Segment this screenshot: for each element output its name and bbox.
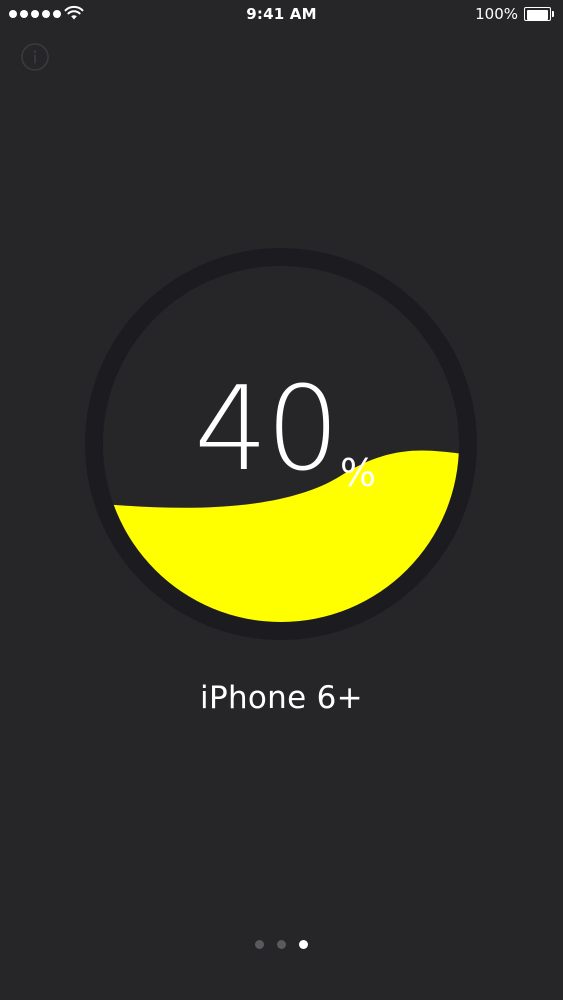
status-bar: 9:41 AM 100% bbox=[0, 0, 563, 30]
battery-level-fill bbox=[527, 10, 548, 20]
battery-icon bbox=[524, 7, 554, 21]
battery-percent-value: 40 bbox=[194, 362, 340, 497]
info-icon bbox=[21, 43, 49, 71]
battery-gauge: 40 % bbox=[81, 244, 481, 644]
device-name-label: iPhone 6+ bbox=[200, 680, 363, 716]
percent-unit: % bbox=[340, 451, 377, 495]
page-dot[interactable] bbox=[277, 940, 286, 949]
page-dot[interactable] bbox=[299, 940, 308, 949]
page-dot[interactable] bbox=[255, 940, 264, 949]
page-control[interactable] bbox=[0, 940, 563, 949]
battery-body bbox=[524, 7, 551, 21]
info-button[interactable] bbox=[20, 42, 50, 72]
battery-percent-label: 100% bbox=[475, 5, 518, 23]
battery-widget-screen: 9:41 AM 100% 40 % iPhone 6+ bbox=[0, 0, 563, 1000]
battery-tip bbox=[552, 11, 554, 17]
